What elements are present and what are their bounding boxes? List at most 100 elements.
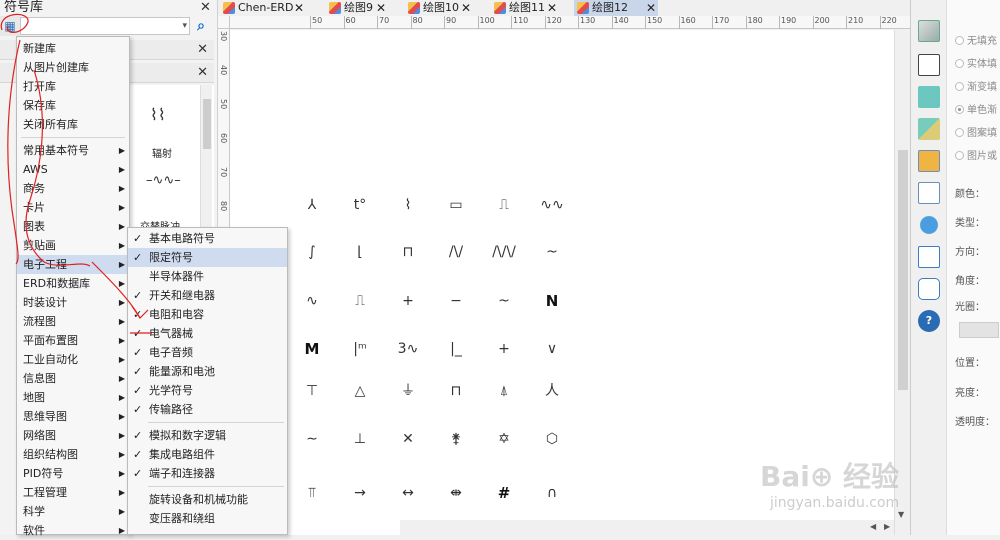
tab-drawing9[interactable]: 绘图9 ✕ bbox=[326, 0, 388, 16]
search-icon[interactable]: ⌕ bbox=[190, 18, 212, 34]
close-icon[interactable]: ✕ bbox=[376, 0, 386, 16]
submenu-item[interactable]: 旋转设备和机械功能 bbox=[128, 490, 287, 509]
electrical-symbol[interactable]: |ᵐ bbox=[340, 337, 380, 361]
menu-item[interactable]: 常用基本符号 ▶ bbox=[17, 141, 129, 160]
menu-item[interactable]: ERD和数据库 ▶ bbox=[17, 274, 129, 293]
electrical-symbol[interactable]: − bbox=[436, 289, 476, 313]
shadow-icon[interactable] bbox=[918, 86, 940, 108]
electrical-symbol[interactable]: + bbox=[388, 289, 428, 313]
electrical-symbol[interactable]: ∩ bbox=[532, 481, 572, 505]
electrical-symbol[interactable]: ⊤ bbox=[292, 379, 332, 403]
chevron-down-icon[interactable]: ▾ bbox=[182, 21, 187, 31]
electrical-symbol[interactable]: + bbox=[484, 337, 524, 361]
electrical-symbol[interactable]: ⇼ bbox=[436, 481, 476, 505]
close-icon[interactable]: ✕ bbox=[547, 0, 557, 16]
submenu-item[interactable]: ✓ 传输路径 bbox=[128, 400, 287, 419]
help-icon[interactable]: ? bbox=[918, 310, 940, 332]
menu-item[interactable]: 工业自动化 ▶ bbox=[17, 350, 129, 369]
fill-option-radio[interactable]: 实体填 bbox=[955, 55, 997, 70]
radiation-symbol[interactable]: ⌇⌇ bbox=[150, 105, 166, 124]
submenu-item[interactable]: ✓ 能量源和电池 bbox=[128, 362, 287, 381]
electrical-symbol[interactable]: ⍋ bbox=[484, 379, 524, 403]
electrical-symbol[interactable]: ~ bbox=[484, 289, 524, 313]
aperture-slider[interactable] bbox=[959, 322, 999, 338]
electrical-symbol[interactable]: /\/ bbox=[436, 240, 476, 264]
menu-item[interactable]: 网络图 ▶ bbox=[17, 426, 129, 445]
electrical-symbol[interactable]: ∨ bbox=[532, 337, 572, 361]
library-menu-icon[interactable]: ▦ bbox=[0, 16, 20, 36]
close-icon[interactable]: ✕ bbox=[461, 0, 471, 16]
attachment-icon[interactable] bbox=[918, 246, 940, 268]
submenu-item[interactable]: ✓ 电气器械 bbox=[128, 324, 287, 343]
tab-drawing10[interactable]: 绘图10 ✕ bbox=[405, 0, 473, 16]
submenu-item[interactable]: ✓ 电阻和电容 bbox=[128, 305, 287, 324]
submenu-item[interactable]: ✓ 开关和继电器 bbox=[128, 286, 287, 305]
submenu-item[interactable]: ✓ 模拟和数字逻辑 bbox=[128, 426, 287, 445]
electrical-symbol[interactable]: # bbox=[484, 481, 524, 505]
submenu-item[interactable]: ✓ 集成电路组件 bbox=[128, 445, 287, 464]
electrical-symbol[interactable]: ⎍ bbox=[484, 193, 524, 217]
menu-item[interactable]: AWS ▶ bbox=[17, 160, 129, 179]
wave-symbol[interactable]: –∿∿– bbox=[146, 173, 181, 188]
menu-item[interactable]: 图表 ▶ bbox=[17, 217, 129, 236]
tab-drawing12[interactable]: 绘图12 ✕ bbox=[574, 0, 658, 16]
comment-icon[interactable] bbox=[918, 278, 940, 300]
menu-item[interactable]: 工程管理 ▶ bbox=[17, 483, 129, 502]
tab-chen-erd[interactable]: Chen-ERD ✕ bbox=[220, 0, 306, 16]
electrical-symbol[interactable]: ⊥ bbox=[340, 427, 380, 451]
menu-item[interactable]: 电子工程 ▶ bbox=[17, 255, 129, 274]
menu-item[interactable]: 保存库 bbox=[17, 96, 129, 115]
layers-icon[interactable] bbox=[918, 150, 940, 172]
fill-option-radio[interactable]: 图片或 bbox=[955, 147, 997, 162]
submenu-item[interactable]: ✓ 电子音频 bbox=[128, 343, 287, 362]
electrical-symbol[interactable]: ∿ bbox=[292, 289, 332, 313]
fill-option-radio[interactable]: 图案填 bbox=[955, 124, 997, 139]
electrical-symbol[interactable]: ✡ bbox=[484, 427, 524, 451]
globe-icon[interactable] bbox=[918, 214, 940, 236]
electrical-symbol[interactable]: t° bbox=[340, 193, 380, 217]
image-icon[interactable] bbox=[918, 118, 940, 140]
fill-bucket-icon[interactable] bbox=[918, 20, 940, 42]
electrical-symbol[interactable]: ⬡ bbox=[532, 427, 572, 451]
tab-drawing11[interactable]: 绘图11 ✕ bbox=[491, 0, 559, 16]
electrical-symbol[interactable]: △ bbox=[340, 379, 380, 403]
menu-item[interactable]: 地图 ▶ bbox=[17, 388, 129, 407]
electrical-symbol[interactable]: ↔ bbox=[388, 481, 428, 505]
menu-item[interactable]: 打开库 bbox=[17, 77, 129, 96]
electrical-symbol[interactable]: → bbox=[340, 481, 380, 505]
electrical-symbol[interactable]: N bbox=[532, 289, 572, 313]
electrical-symbol[interactable]: ✕ bbox=[388, 427, 428, 451]
menu-item[interactable]: 剪贴画 ▶ bbox=[17, 236, 129, 255]
electrical-symbol[interactable]: ⊓ bbox=[388, 240, 428, 264]
submenu-item[interactable]: ✓ 限定符号 bbox=[128, 248, 287, 267]
electrical-symbol[interactable]: ⅄ bbox=[292, 193, 332, 217]
electrical-symbol[interactable]: ⚵ bbox=[436, 427, 476, 451]
electrical-symbol[interactable]: 人 bbox=[532, 379, 572, 403]
fill-option-radio[interactable]: 无填充 bbox=[955, 32, 997, 47]
submenu-item[interactable]: 半导体器件 bbox=[128, 267, 287, 286]
electrical-symbol[interactable]: ⌇ bbox=[388, 193, 428, 217]
menu-item[interactable]: 卡片 ▶ bbox=[17, 198, 129, 217]
menu-item[interactable]: 时装设计 ▶ bbox=[17, 293, 129, 312]
menu-item[interactable]: PID符号 ▶ bbox=[17, 464, 129, 483]
close-icon[interactable]: ✕ bbox=[294, 0, 304, 16]
fill-option-radio[interactable]: 渐变填 bbox=[955, 78, 997, 93]
menu-item[interactable]: 平面布置图 ▶ bbox=[17, 331, 129, 350]
page-list-icon[interactable] bbox=[918, 182, 940, 204]
fill-option-radio[interactable]: 单色渐 bbox=[955, 101, 997, 116]
electrical-symbol[interactable]: M bbox=[292, 337, 332, 361]
electrical-symbol[interactable]: ∿∿ bbox=[532, 193, 572, 217]
close-icon[interactable]: ✕ bbox=[646, 0, 656, 16]
electrical-symbol[interactable]: /\/\/ bbox=[484, 240, 524, 264]
menu-item[interactable]: 流程图 ▶ bbox=[17, 312, 129, 331]
electrical-symbol[interactable]: |_ bbox=[436, 337, 476, 361]
electrical-symbol[interactable]: ⫪ bbox=[292, 481, 332, 505]
menu-item[interactable]: 信息图 ▶ bbox=[17, 369, 129, 388]
menu-item[interactable]: 组织结构图 ▶ bbox=[17, 445, 129, 464]
electrical-symbol[interactable]: ▭ bbox=[436, 193, 476, 217]
library-search-input[interactable]: ▾ bbox=[20, 17, 190, 35]
submenu-item[interactable]: 变压器和绕组 bbox=[128, 509, 287, 528]
canvas-horizontal-scrollbar[interactable]: ◀ ▶ bbox=[400, 520, 894, 535]
close-icon[interactable]: ✕ bbox=[197, 65, 208, 80]
electrical-symbol[interactable]: ∫ bbox=[292, 240, 332, 264]
